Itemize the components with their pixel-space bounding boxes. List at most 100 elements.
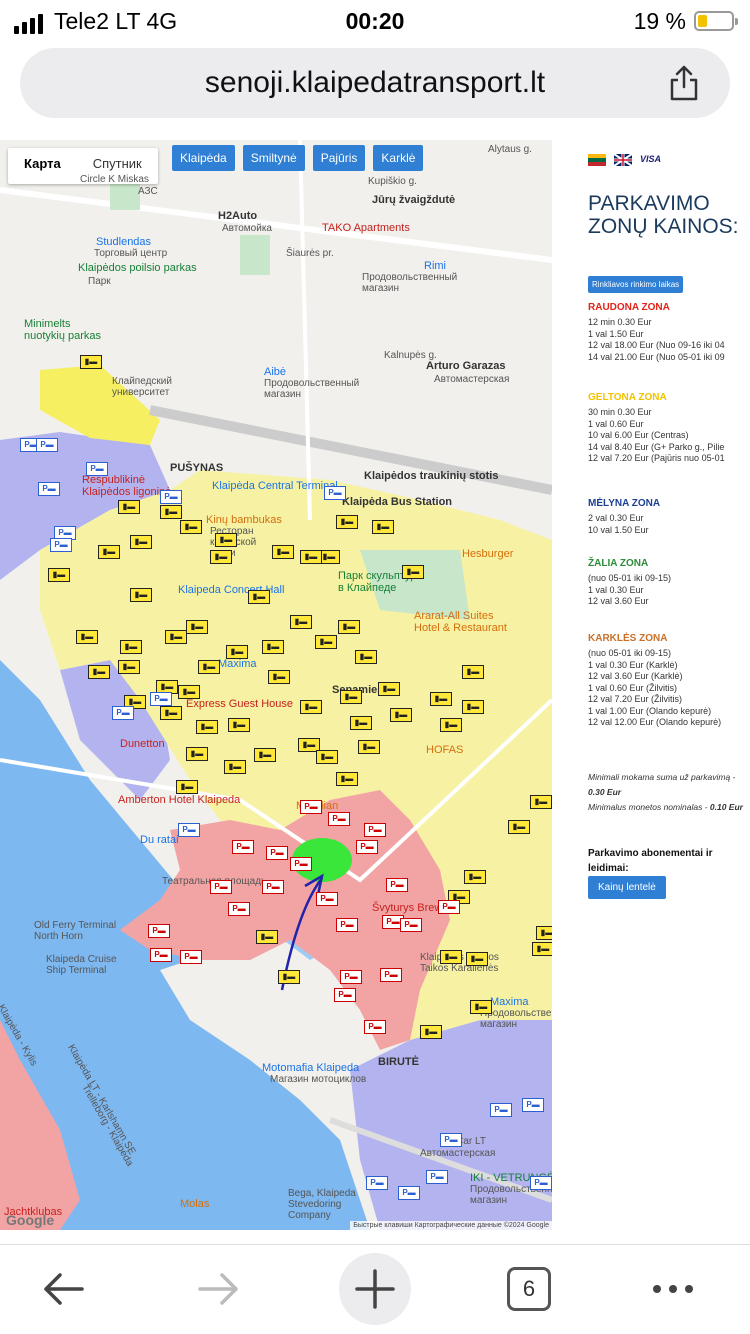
- yellow-parking-marker[interactable]: ▮▬: [464, 870, 486, 884]
- red-parking-marker[interactable]: P▬: [336, 918, 358, 932]
- forward-arrow-icon[interactable]: [196, 1267, 242, 1311]
- yellow-parking-marker[interactable]: ▮▬: [402, 565, 424, 579]
- area-button-karkle[interactable]: Karklė: [373, 145, 424, 171]
- yellow-parking-marker[interactable]: ▮▬: [80, 355, 102, 369]
- yellow-parking-marker[interactable]: ▮▬: [226, 645, 248, 659]
- yellow-parking-marker[interactable]: ▮▬: [130, 535, 152, 549]
- yellow-parking-marker[interactable]: ▮▬: [176, 780, 198, 794]
- yellow-parking-marker[interactable]: ▮▬: [272, 545, 294, 559]
- yellow-parking-marker[interactable]: ▮▬: [530, 795, 552, 809]
- tab-map[interactable]: Карта: [8, 148, 77, 184]
- blue-parking-marker[interactable]: P▬: [426, 1170, 448, 1184]
- red-parking-marker[interactable]: P▬: [334, 988, 356, 1002]
- red-parking-marker[interactable]: P▬: [438, 900, 460, 914]
- yellow-parking-marker[interactable]: ▮▬: [420, 1025, 442, 1039]
- lt-flag-icon[interactable]: [588, 154, 606, 166]
- blue-parking-marker[interactable]: P▬: [324, 486, 346, 500]
- yellow-parking-marker[interactable]: ▮▬: [228, 718, 250, 732]
- yellow-parking-marker[interactable]: ▮▬: [338, 620, 360, 634]
- yellow-parking-marker[interactable]: ▮▬: [300, 700, 322, 714]
- blue-parking-marker[interactable]: P▬: [36, 438, 58, 452]
- red-parking-marker[interactable]: P▬: [400, 918, 422, 932]
- parking-map[interactable]: Карта Спутник Klaipėda Smiltynė Pajūris …: [0, 140, 552, 1230]
- blue-parking-marker[interactable]: P▬: [530, 1176, 552, 1190]
- red-parking-marker[interactable]: P▬: [328, 812, 350, 826]
- blue-parking-marker[interactable]: P▬: [150, 692, 172, 706]
- red-parking-marker[interactable]: P▬: [290, 857, 312, 871]
- map-attribution[interactable]: Быстрые клавиши Картографические данные …: [350, 1221, 552, 1230]
- tabs-button[interactable]: 6: [507, 1267, 551, 1311]
- yellow-parking-marker[interactable]: ▮▬: [196, 720, 218, 734]
- red-parking-marker[interactable]: P▬: [364, 1020, 386, 1034]
- blue-parking-marker[interactable]: P▬: [38, 482, 60, 496]
- yellow-parking-marker[interactable]: ▮▬: [180, 520, 202, 534]
- yellow-parking-marker[interactable]: ▮▬: [462, 665, 484, 679]
- area-button-pajuris[interactable]: Pajūris: [312, 145, 366, 171]
- address-bar[interactable]: senoji.klaipedatransport.lt: [20, 48, 730, 118]
- yellow-parking-marker[interactable]: ▮▬: [48, 568, 70, 582]
- yellow-parking-marker[interactable]: ▮▬: [336, 515, 358, 529]
- yellow-parking-marker[interactable]: ▮▬: [532, 942, 552, 956]
- red-parking-marker[interactable]: P▬: [340, 970, 362, 984]
- red-parking-marker[interactable]: P▬: [364, 823, 386, 837]
- back-arrow-icon[interactable]: [40, 1267, 86, 1311]
- yellow-parking-marker[interactable]: ▮▬: [118, 660, 140, 674]
- yellow-parking-marker[interactable]: ▮▬: [358, 740, 380, 754]
- area-button-klaipeda[interactable]: Klaipėda: [172, 145, 235, 171]
- yellow-parking-marker[interactable]: ▮▬: [198, 660, 220, 674]
- yellow-parking-marker[interactable]: ▮▬: [256, 930, 278, 944]
- yellow-parking-marker[interactable]: ▮▬: [508, 820, 530, 834]
- share-icon[interactable]: [666, 63, 702, 103]
- yellow-parking-marker[interactable]: ▮▬: [224, 760, 246, 774]
- blue-parking-marker[interactable]: P▬: [366, 1176, 388, 1190]
- yellow-parking-marker[interactable]: ▮▬: [290, 615, 312, 629]
- yellow-parking-marker[interactable]: ▮▬: [470, 1000, 492, 1014]
- url-text[interactable]: senoji.klaipedatransport.lt: [20, 66, 730, 100]
- yellow-parking-marker[interactable]: ▮▬: [390, 708, 412, 722]
- red-parking-marker[interactable]: P▬: [148, 924, 170, 938]
- yellow-parking-marker[interactable]: ▮▬: [430, 692, 452, 706]
- blue-parking-marker[interactable]: P▬: [160, 490, 182, 504]
- price-table-button[interactable]: Kainų lentelė: [588, 876, 666, 899]
- red-parking-marker[interactable]: P▬: [262, 880, 284, 894]
- yellow-parking-marker[interactable]: ▮▬: [300, 550, 322, 564]
- red-parking-marker[interactable]: P▬: [228, 902, 250, 916]
- yellow-parking-marker[interactable]: ▮▬: [262, 640, 284, 654]
- yellow-parking-marker[interactable]: ▮▬: [278, 970, 300, 984]
- yellow-parking-marker[interactable]: ▮▬: [186, 747, 208, 761]
- yellow-parking-marker[interactable]: ▮▬: [315, 635, 337, 649]
- blue-parking-marker[interactable]: P▬: [86, 462, 108, 476]
- red-parking-marker[interactable]: P▬: [356, 840, 378, 854]
- yellow-parking-marker[interactable]: ▮▬: [355, 650, 377, 664]
- yellow-parking-marker[interactable]: ▮▬: [160, 505, 182, 519]
- yellow-parking-marker[interactable]: ▮▬: [248, 590, 270, 604]
- red-parking-marker[interactable]: P▬: [316, 892, 338, 906]
- yellow-parking-marker[interactable]: ▮▬: [186, 620, 208, 634]
- yellow-parking-marker[interactable]: ▮▬: [440, 950, 462, 964]
- yellow-parking-marker[interactable]: ▮▬: [118, 500, 140, 514]
- yellow-parking-marker[interactable]: ▮▬: [130, 588, 152, 602]
- yellow-parking-marker[interactable]: ▮▬: [88, 665, 110, 679]
- red-parking-marker[interactable]: P▬: [210, 880, 232, 894]
- yellow-parking-marker[interactable]: ▮▬: [378, 682, 400, 696]
- yellow-parking-marker[interactable]: ▮▬: [120, 640, 142, 654]
- blue-parking-marker[interactable]: P▬: [522, 1098, 544, 1112]
- yellow-parking-marker[interactable]: ▮▬: [165, 630, 187, 644]
- blue-parking-marker[interactable]: P▬: [490, 1103, 512, 1117]
- blue-parking-marker[interactable]: P▬: [398, 1186, 420, 1200]
- yellow-parking-marker[interactable]: ▮▬: [372, 520, 394, 534]
- yellow-parking-marker[interactable]: ▮▬: [178, 685, 200, 699]
- yellow-parking-marker[interactable]: ▮▬: [160, 706, 182, 720]
- yellow-parking-marker[interactable]: ▮▬: [76, 630, 98, 644]
- blue-parking-marker[interactable]: P▬: [112, 706, 134, 720]
- uk-flag-icon[interactable]: [614, 154, 632, 166]
- collection-time-button[interactable]: Rinkliavos rinkimo laikas: [588, 276, 684, 293]
- yellow-parking-marker[interactable]: ▮▬: [440, 718, 462, 732]
- red-parking-marker[interactable]: P▬: [386, 878, 408, 892]
- blue-parking-marker[interactable]: P▬: [178, 823, 200, 837]
- new-tab-button[interactable]: [339, 1253, 411, 1325]
- yellow-parking-marker[interactable]: ▮▬: [350, 716, 372, 730]
- yellow-parking-marker[interactable]: ▮▬: [340, 690, 362, 704]
- yellow-parking-marker[interactable]: ▮▬: [462, 700, 484, 714]
- red-parking-marker[interactable]: P▬: [266, 846, 288, 860]
